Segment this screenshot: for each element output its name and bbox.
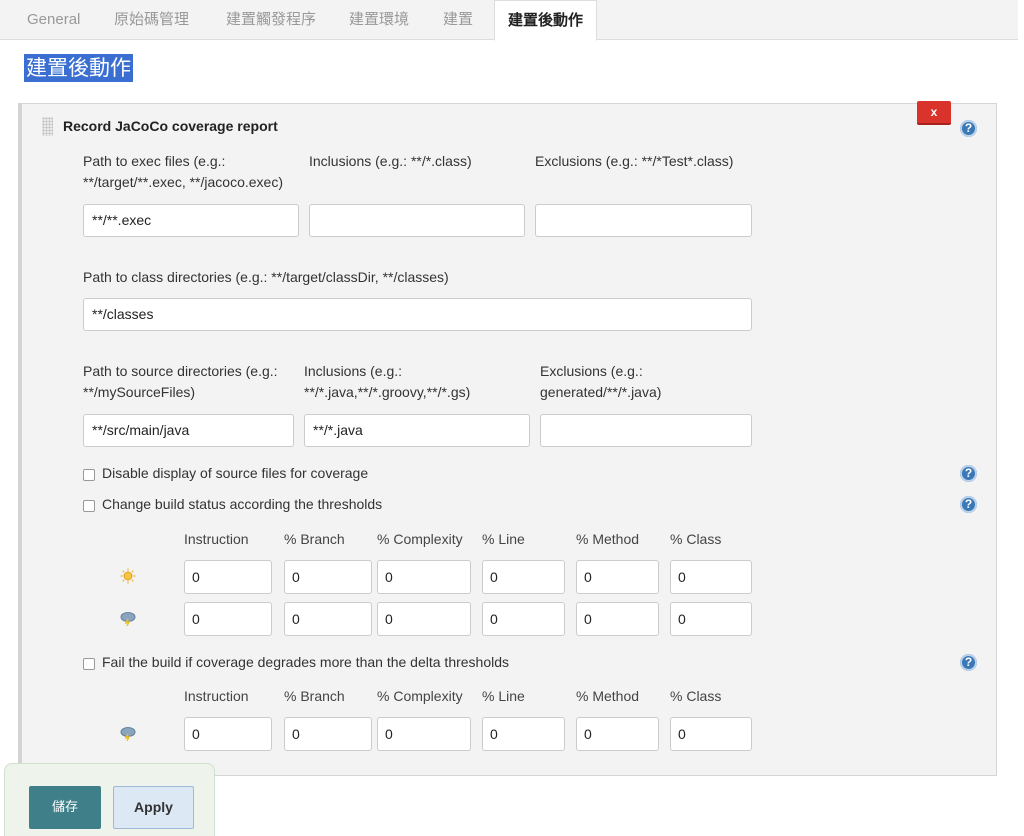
- tab-general[interactable]: General: [27, 0, 80, 40]
- fail-delta-label: Fail the build if coverage degrades more…: [102, 654, 510, 670]
- tab-build-triggers[interactable]: 建置觸發程序: [226, 0, 316, 40]
- exec-exclusions-input[interactable]: [535, 204, 752, 237]
- delta-class-input[interactable]: 0: [670, 717, 752, 751]
- change-status-label: Change build status according the thresh…: [102, 496, 383, 512]
- delta-col-method: % Method: [576, 688, 640, 704]
- class-dirs-label: Path to class directories (e.g.: **/targ…: [83, 269, 449, 285]
- delta-col-branch: % Branch: [284, 688, 345, 704]
- source-exclusions-input[interactable]: [540, 414, 752, 447]
- help-icon[interactable]: ?: [960, 120, 977, 137]
- stormy-weather-icon: [120, 727, 136, 741]
- source-path-label-line2: **/mySourceFiles): [83, 384, 196, 400]
- source-path-label: Path to source directories (e.g.: **/myS…: [83, 361, 278, 403]
- delta-instruction-input[interactable]: 0: [184, 717, 272, 751]
- delta-col-complexity: % Complexity: [377, 688, 463, 704]
- exec-inclusions-input[interactable]: [309, 204, 525, 237]
- sunny-method-input[interactable]: 0: [576, 560, 659, 594]
- stormy-line-input[interactable]: 0: [482, 602, 565, 636]
- source-exclusions-label: Exclusions (e.g.: generated/**/*.java): [540, 361, 661, 403]
- source-exclusions-label-line1: Exclusions (e.g.:: [540, 363, 643, 379]
- delete-step-button[interactable]: x: [917, 101, 951, 125]
- col-branch: % Branch: [284, 531, 345, 547]
- exec-path-input[interactable]: **/**.exec: [83, 204, 299, 237]
- sunny-line-input[interactable]: 0: [482, 560, 565, 594]
- stormy-method-input[interactable]: 0: [576, 602, 659, 636]
- delta-line-input[interactable]: 0: [482, 717, 565, 751]
- section-title: 建置後動作: [24, 54, 133, 82]
- fail-delta-help-icon[interactable]: ?: [960, 654, 977, 671]
- sunny-branch-input[interactable]: 0: [284, 560, 372, 594]
- disable-source-checkbox[interactable]: [83, 469, 95, 481]
- source-inclusions-label-line1: Inclusions (e.g.:: [304, 363, 403, 379]
- tab-source-management[interactable]: 原始碼管理: [114, 0, 189, 40]
- save-button[interactable]: 儲存: [29, 786, 101, 829]
- exec-path-label-line1: Path to exec files (e.g.:: [83, 153, 226, 169]
- change-status-help-icon[interactable]: ?: [960, 496, 977, 513]
- delta-col-instruction: Instruction: [184, 688, 249, 704]
- col-method: % Method: [576, 531, 640, 547]
- col-line: % Line: [482, 531, 525, 547]
- disable-source-help-icon[interactable]: ?: [960, 465, 977, 482]
- exec-path-label-line2: **/target/**.exec, **/jacoco.exec): [83, 174, 283, 190]
- stormy-instruction-input[interactable]: 0: [184, 602, 272, 636]
- source-inclusions-label-line2: **/*.java,**/*.groovy,**/*.gs): [304, 384, 471, 400]
- fail-delta-checkbox[interactable]: [83, 658, 95, 670]
- source-exclusions-label-line2: generated/**/*.java): [540, 384, 662, 400]
- stormy-branch-input[interactable]: 0: [284, 602, 372, 636]
- drag-handle-icon[interactable]: [42, 117, 53, 136]
- col-complexity: % Complexity: [377, 531, 463, 547]
- exec-exclusions-label: Exclusions (e.g.: **/*Test*.class): [535, 153, 734, 169]
- source-inclusions-input[interactable]: **/*.java: [304, 414, 530, 447]
- apply-button[interactable]: Apply: [113, 786, 194, 829]
- disable-source-label: Disable display of source files for cove…: [102, 465, 369, 481]
- change-status-checkbox[interactable]: [83, 500, 95, 512]
- source-path-input[interactable]: **/src/main/java: [83, 414, 294, 447]
- col-instruction: Instruction: [184, 531, 249, 547]
- delta-col-line: % Line: [482, 688, 525, 704]
- exec-inclusions-label: Inclusions (e.g.: **/*.class): [309, 153, 472, 169]
- tab-build-environment[interactable]: 建置環境: [349, 0, 409, 40]
- sunny-complexity-input[interactable]: 0: [377, 560, 471, 594]
- panel-left-border: [18, 103, 22, 776]
- tab-post-build-actions[interactable]: 建置後動作: [494, 0, 598, 41]
- class-dirs-input[interactable]: **/classes: [83, 298, 752, 331]
- source-path-label-line1: Path to source directories (e.g.:: [83, 363, 278, 379]
- stormy-class-input[interactable]: 0: [670, 602, 752, 636]
- tab-build[interactable]: 建置: [443, 0, 473, 40]
- col-class: % Class: [670, 531, 722, 547]
- exec-path-label: Path to exec files (e.g.: **/target/**.e…: [83, 151, 283, 193]
- source-inclusions-label: Inclusions (e.g.: **/*.java,**/*.groovy,…: [304, 361, 470, 403]
- sunny-class-input[interactable]: 0: [670, 560, 752, 594]
- sunny-weather-icon: [120, 568, 136, 584]
- delta-branch-input[interactable]: 0: [284, 717, 372, 751]
- sunny-instruction-input[interactable]: 0: [184, 560, 272, 594]
- stormy-weather-icon: [120, 612, 136, 626]
- delta-complexity-input[interactable]: 0: [377, 717, 471, 751]
- panel-title: Record JaCoCo coverage report: [63, 118, 278, 134]
- delta-col-class: % Class: [670, 688, 722, 704]
- delta-method-input[interactable]: 0: [576, 717, 659, 751]
- stormy-complexity-input[interactable]: 0: [377, 602, 471, 636]
